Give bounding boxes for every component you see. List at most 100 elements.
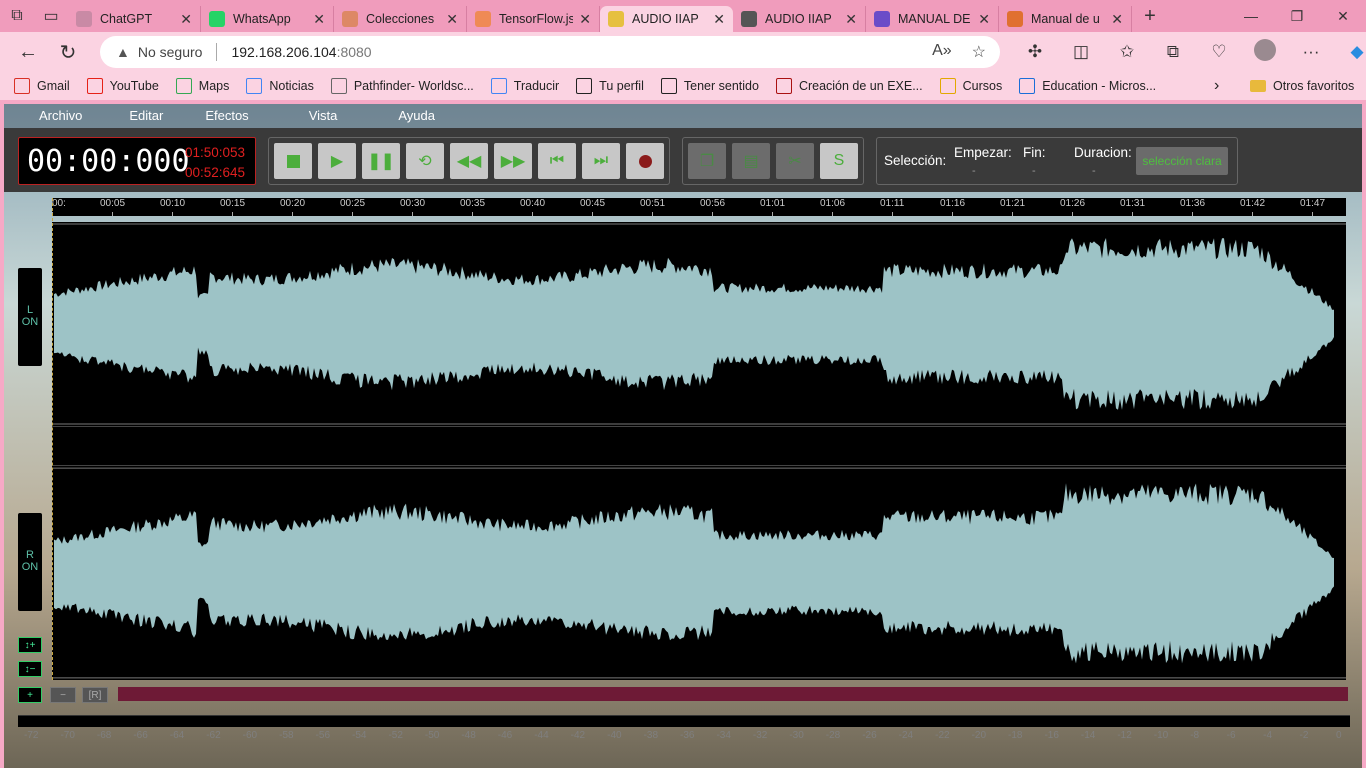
tab-actions-icon[interactable]: ▭ — [34, 0, 68, 32]
extensions-icon[interactable]: ✣ — [1012, 42, 1058, 62]
close-tab-icon[interactable]: ✕ — [713, 11, 725, 28]
close-tab-icon[interactable]: ✕ — [446, 11, 458, 28]
reload-icon[interactable]: ↻ — [48, 32, 88, 72]
clear-selection-button[interactable]: selección clara — [1136, 147, 1228, 175]
time-ruler[interactable]: 00: 00:05 00:10 00:15 00:20 00:25 00:30 00:35 00… — [52, 198, 1346, 216]
bookmark-2[interactable]: Maps — [175, 78, 229, 94]
new-tab-button[interactable]: + — [1132, 5, 1168, 28]
bottom-panel: + − [R] -72 -70 -68 -66 -64 -62 -60 -58 -56 -54 -5… — [4, 684, 1362, 768]
reset-zoom-button[interactable]: [R] — [82, 687, 108, 703]
left-channel-toggle[interactable]: L ON — [18, 268, 42, 366]
url-field[interactable]: ▲ No seguro 192.168.206.104 :8080 A» ☆ — [100, 36, 1000, 68]
bookmark-10[interactable]: Education - Micros... — [1019, 78, 1156, 94]
tab-3[interactable]: TensorFlow.js ✕ — [467, 6, 600, 32]
favorite-star-icon[interactable]: ☆ — [972, 42, 986, 62]
bookmark-8[interactable]: Creación de un EXE... — [775, 78, 923, 94]
vertical-zoom-in-button[interactable]: ↕+ — [18, 637, 42, 653]
tab-1[interactable]: WhatsApp ✕ — [201, 6, 334, 32]
other-favorites[interactable]: Otros favoritos — [1250, 79, 1354, 93]
maps-icon — [175, 78, 192, 94]
menu-editar[interactable]: Editar — [129, 104, 163, 128]
right-channel-track[interactable] — [52, 466, 1346, 680]
menu-archivo[interactable]: Archivo — [39, 104, 82, 128]
back-icon[interactable]: ← — [8, 32, 48, 72]
menu-efectos[interactable]: Efectos — [205, 104, 248, 128]
bookmark-6[interactable]: Tu perfil — [576, 78, 644, 94]
restore-icon[interactable]: ❐ — [1274, 0, 1320, 32]
youtube-icon — [86, 78, 103, 94]
document-icon — [741, 11, 757, 27]
skip-start-button[interactable]: ⏮ — [538, 143, 576, 179]
play-button[interactable]: ▶ — [318, 143, 356, 179]
copilot-icon[interactable]: ◆ — [1334, 42, 1366, 62]
ruler-tick — [1132, 212, 1133, 216]
vertical-zoom-out-button[interactable]: ↕− — [18, 661, 42, 677]
close-tab-icon[interactable]: ✕ — [313, 11, 325, 28]
bookmark-9[interactable]: Cursos — [939, 78, 1002, 94]
cut-button[interactable]: ✂ — [776, 143, 814, 179]
favorites-icon[interactable]: ✩ — [1104, 42, 1150, 62]
split-screen-icon[interactable]: ◫ — [1058, 42, 1104, 62]
copy-button[interactable]: ❐ — [688, 143, 726, 179]
tab-label: TensorFlow.js — [499, 12, 574, 26]
url-port[interactable]: :8080 — [337, 44, 372, 60]
bookmark-4[interactable]: Pathfinder- Worldsc... — [330, 78, 474, 94]
zoom-out-button[interactable]: − — [50, 687, 76, 703]
paste-button[interactable]: ▤ — [732, 143, 770, 179]
db-label: -46 — [497, 730, 513, 741]
horizontal-scrollbar[interactable] — [118, 687, 1348, 701]
playhead-cursor[interactable] — [52, 198, 53, 680]
tab-7[interactable]: Manual de u ✕ — [999, 6, 1132, 32]
workspaces-icon[interactable]: ⧉ — [0, 0, 34, 32]
warning-icon[interactable]: ▲ — [116, 44, 130, 60]
zoom-in-button[interactable]: + — [18, 687, 42, 703]
pause-button[interactable]: ❚❚ — [362, 143, 400, 179]
ruler-label: 00:30 — [400, 198, 426, 209]
rewind-button[interactable]: ◀◀ — [450, 143, 488, 179]
read-aloud-icon[interactable]: A» — [932, 42, 952, 62]
right-channel-toggle[interactable]: R ON — [18, 513, 42, 611]
left-waveform[interactable] — [52, 222, 1346, 426]
close-window-icon[interactable]: ✕ — [1320, 0, 1366, 32]
left-channel-track[interactable] — [52, 222, 1346, 426]
save-button[interactable]: S — [820, 143, 858, 179]
close-tab-icon[interactable]: ✕ — [180, 11, 192, 28]
settings-menu-icon[interactable]: ··· — [1288, 42, 1334, 62]
bookmark-5[interactable]: Traducir — [490, 78, 559, 94]
skip-end-button[interactable]: ⏭ — [582, 143, 620, 179]
bookmark-7[interactable]: Tener sentido — [660, 78, 759, 94]
performance-icon[interactable]: ♡ — [1196, 42, 1242, 62]
ruler-tick — [412, 212, 413, 216]
current-time: 00:00:000 — [27, 144, 190, 179]
bookmark-3[interactable]: Noticias — [246, 78, 314, 94]
minimize-icon[interactable]: — — [1228, 0, 1274, 32]
gmail-icon — [14, 78, 30, 94]
stop-button[interactable] — [274, 143, 312, 179]
menu-vista[interactable]: Vista — [309, 104, 338, 128]
close-tab-icon[interactable]: ✕ — [1111, 11, 1123, 28]
tab-5[interactable]: AUDIO IIAP ✕ — [733, 6, 866, 32]
url-separator — [216, 43, 218, 61]
tab-6[interactable]: MANUAL DE ✕ — [866, 6, 999, 32]
menu-ayuda[interactable]: Ayuda — [398, 104, 435, 128]
url-host[interactable]: 192.168.206.104 — [231, 44, 336, 60]
ruler-tick — [172, 212, 173, 216]
fast-forward-button[interactable]: ▶▶ — [494, 143, 532, 179]
translate-icon — [490, 78, 507, 94]
chevron-right-icon[interactable]: › — [1214, 77, 1219, 95]
close-tab-icon[interactable]: ✕ — [978, 11, 990, 28]
tab-0[interactable]: ChatGPT ✕ — [68, 6, 201, 32]
bookmark-0[interactable]: Gmail — [14, 78, 70, 94]
security-label[interactable]: No seguro — [138, 44, 203, 60]
loop-button[interactable]: ⟲ — [406, 143, 444, 179]
bookmark-1[interactable]: YouTube — [86, 78, 159, 94]
tab-4[interactable]: AUDIO IIAP ✕ — [600, 6, 733, 32]
time-display: 00:00:000 01:50:053 00:52:645 — [18, 137, 256, 185]
right-waveform[interactable] — [52, 466, 1346, 680]
record-button[interactable] — [626, 143, 664, 179]
close-tab-icon[interactable]: ✕ — [579, 11, 591, 28]
tab-2[interactable]: Colecciones ✕ — [334, 6, 467, 32]
collections-icon[interactable]: ⧉ — [1150, 42, 1196, 62]
profile-icon[interactable] — [1242, 38, 1288, 66]
close-tab-icon[interactable]: ✕ — [845, 11, 857, 28]
